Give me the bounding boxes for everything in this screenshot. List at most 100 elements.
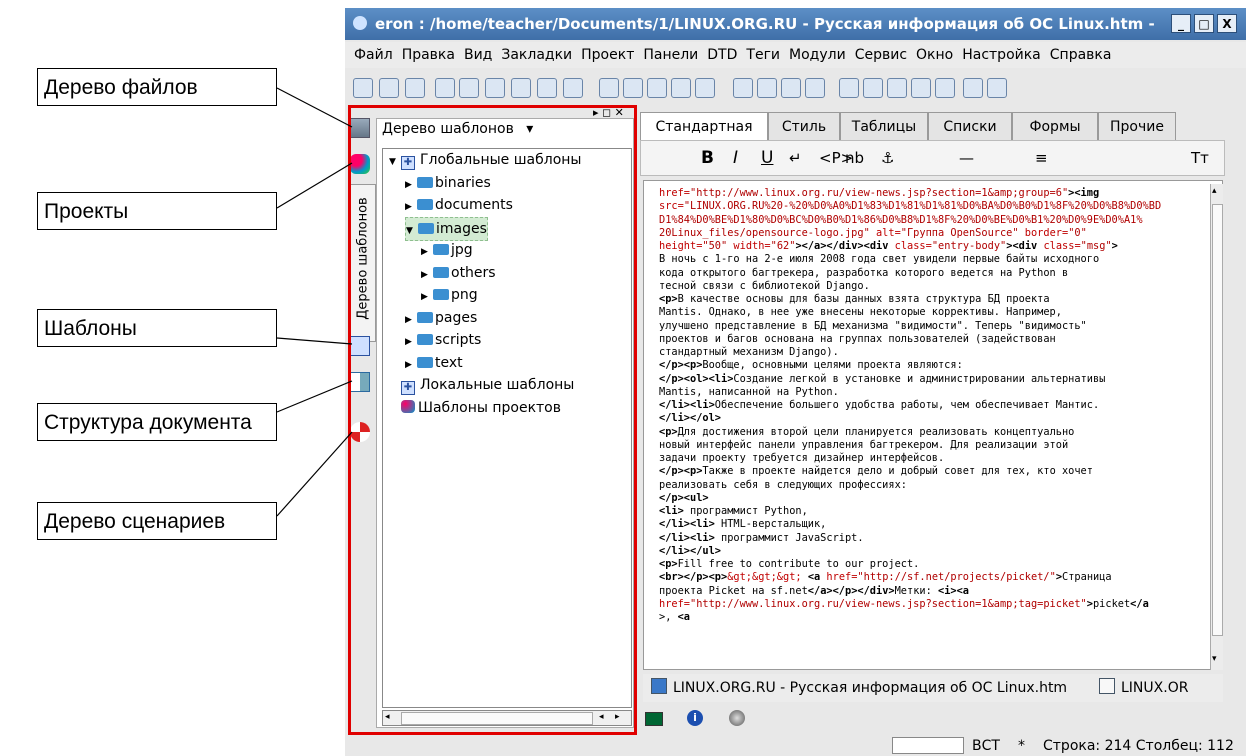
print-icon[interactable] — [485, 78, 505, 98]
paste-icon[interactable] — [647, 78, 667, 98]
menu-item-3[interactable]: Закладки — [501, 47, 572, 63]
terminal-icon[interactable] — [645, 712, 663, 726]
menu-item-2[interactable]: Вид — [464, 47, 492, 63]
tab-0[interactable]: Стандартная — [640, 112, 768, 142]
code-token: программист JavaScript. — [714, 531, 864, 544]
add-icon[interactable] — [537, 78, 557, 98]
preview-icon[interactable] — [511, 78, 531, 98]
scroll-down-icon[interactable]: ▾ — [1212, 654, 1217, 664]
code-token: <i><a — [938, 584, 969, 597]
code-content[interactable]: href="http://www.linux.org.ru/view-news.… — [659, 187, 1204, 624]
code-token: "entry-body" — [931, 240, 1007, 252]
menu-item-5[interactable]: Панели — [643, 47, 698, 63]
image-icon[interactable] — [805, 78, 825, 98]
reload-icon[interactable] — [935, 78, 955, 98]
document-tab-label: LINUX.OR — [1121, 680, 1189, 696]
underline-button[interactable]: U — [761, 141, 773, 175]
tab-1[interactable]: Стиль — [768, 112, 840, 140]
code-line: Mantis. Однако, в нее уже внесены некото… — [659, 306, 1204, 319]
tab-5[interactable]: Прочие — [1098, 112, 1176, 140]
grid-icon[interactable] — [781, 78, 801, 98]
code-line: новый интерфейс панели управления багтре… — [659, 439, 1204, 452]
menu-item-12[interactable]: Справка — [1050, 47, 1112, 63]
menu-item-0[interactable]: Файл — [354, 47, 393, 63]
maximize-button[interactable]: □ — [1194, 14, 1214, 33]
code-line: проектов и багов основана на группах пол… — [659, 333, 1204, 346]
document-tab[interactable]: LINUX.ORG.RU - Русская информация об ОС … — [647, 674, 1087, 702]
copy-icon[interactable] — [623, 78, 643, 98]
save-all-icon[interactable] — [459, 78, 479, 98]
anchor-button[interactable]: ⚓ — [881, 141, 894, 175]
code-line: задачи проекту требуется дизайнер интерф… — [659, 452, 1204, 465]
code-token: alt= — [869, 226, 901, 239]
code-token: Создание легкой в установке и администри… — [733, 372, 1106, 385]
document-tab[interactable]: LINUX.OR — [1095, 674, 1223, 702]
open-folder-icon[interactable] — [379, 78, 399, 98]
code-token: Для достижения второй цели планируется р… — [677, 425, 1075, 438]
table-icon[interactable] — [757, 78, 777, 98]
code-line: <p>Для достижения второй цели планируетс… — [659, 426, 1204, 439]
minimize-button[interactable]: _ — [1171, 14, 1191, 33]
undo-icon[interactable] — [671, 78, 691, 98]
code-line: реализовать себя в следующих профессиях: — [659, 479, 1204, 492]
menu-item-4[interactable]: Проект — [581, 47, 634, 63]
code-line: <p>В качестве основы для базы данных взя… — [659, 293, 1204, 306]
code-token: проекта Picket на sf.net — [659, 584, 808, 597]
cut-icon[interactable] — [599, 78, 619, 98]
code-line: </p><p>Также в проекте найдется дело и д… — [659, 465, 1204, 478]
code-line: Mantis, написанной на Python. — [659, 386, 1204, 399]
code-token: </li></ol> — [659, 412, 721, 425]
new-file-icon[interactable] — [353, 78, 373, 98]
tab-2[interactable]: Таблицы — [840, 112, 928, 140]
callout-line-file-tree — [276, 87, 353, 128]
code-line: </li></ol> — [659, 412, 1204, 425]
status-modified: * — [1018, 738, 1025, 754]
view-page-icon[interactable] — [887, 78, 907, 98]
hr-button[interactable]: — — [959, 141, 974, 175]
menu-item-9[interactable]: Сервис — [855, 47, 907, 63]
info-icon[interactable]: i — [687, 710, 703, 726]
menu-item-10[interactable]: Окно — [916, 47, 953, 63]
redo-icon[interactable] — [695, 78, 715, 98]
code-token: <p> — [659, 293, 678, 305]
checkbox-icon[interactable] — [733, 78, 753, 98]
nbsp-button[interactable]: nb — [845, 141, 864, 175]
code-token: "0" — [1068, 226, 1087, 239]
italic-button[interactable]: I — [733, 141, 738, 175]
view-source-icon[interactable] — [839, 78, 859, 98]
forward-icon[interactable] — [987, 78, 1007, 98]
tab-4[interactable]: Формы — [1012, 112, 1098, 140]
align-button[interactable]: ≡ — [1035, 141, 1048, 175]
bold-button[interactable]: B — [701, 141, 714, 175]
preview-browser-icon[interactable] — [911, 78, 931, 98]
code-line: height="50" width="62"></a></div><div cl… — [659, 240, 1204, 253]
code-editor[interactable]: href="http://www.linux.org.ru/view-news.… — [643, 180, 1223, 670]
open-remote-icon[interactable] — [405, 78, 425, 98]
code-token: src= — [659, 200, 684, 213]
menu-item-7[interactable]: Теги — [746, 47, 780, 63]
save-icon[interactable] — [435, 78, 455, 98]
menu-item-1[interactable]: Правка — [402, 47, 455, 63]
code-line: В ночь с 1-го на 2-е июля 2008 года свет… — [659, 253, 1204, 266]
code-line: тесной связи с библиотекой Django. — [659, 280, 1204, 293]
view-both-icon[interactable] — [863, 78, 883, 98]
scroll-up-icon[interactable]: ▴ — [1212, 186, 1217, 196]
scrollbar-thumb[interactable] — [1212, 204, 1223, 636]
editor-vertical-scrollbar[interactable]: ▴ ▾ — [1210, 184, 1223, 670]
tab-3[interactable]: Списки — [928, 112, 1012, 140]
font-button[interactable]: Tт — [1191, 141, 1209, 175]
title-bar[interactable]: eron : /home/teacher/Documents/1/LINUX.O… — [345, 8, 1246, 40]
code-token: В качестве основы для базы данных взята … — [677, 293, 1050, 305]
menu-item-11[interactable]: Настройка — [962, 47, 1041, 63]
close-button[interactable]: X — [1217, 14, 1237, 33]
code-token: ><img — [1068, 187, 1100, 199]
line-break-button[interactable]: ↵ — [789, 141, 802, 175]
back-icon[interactable] — [963, 78, 983, 98]
menu-item-6[interactable]: DTD — [707, 47, 737, 63]
menu-item-8[interactable]: Модули — [789, 47, 846, 63]
code-token: &gt;&gt;&gt; — [727, 571, 802, 584]
debugger-icon[interactable] — [729, 710, 745, 726]
callout-file-tree: Дерево файлов — [37, 68, 277, 106]
callout-doc-structure: Структура документа — [37, 403, 277, 441]
remove-icon[interactable] — [563, 78, 583, 98]
